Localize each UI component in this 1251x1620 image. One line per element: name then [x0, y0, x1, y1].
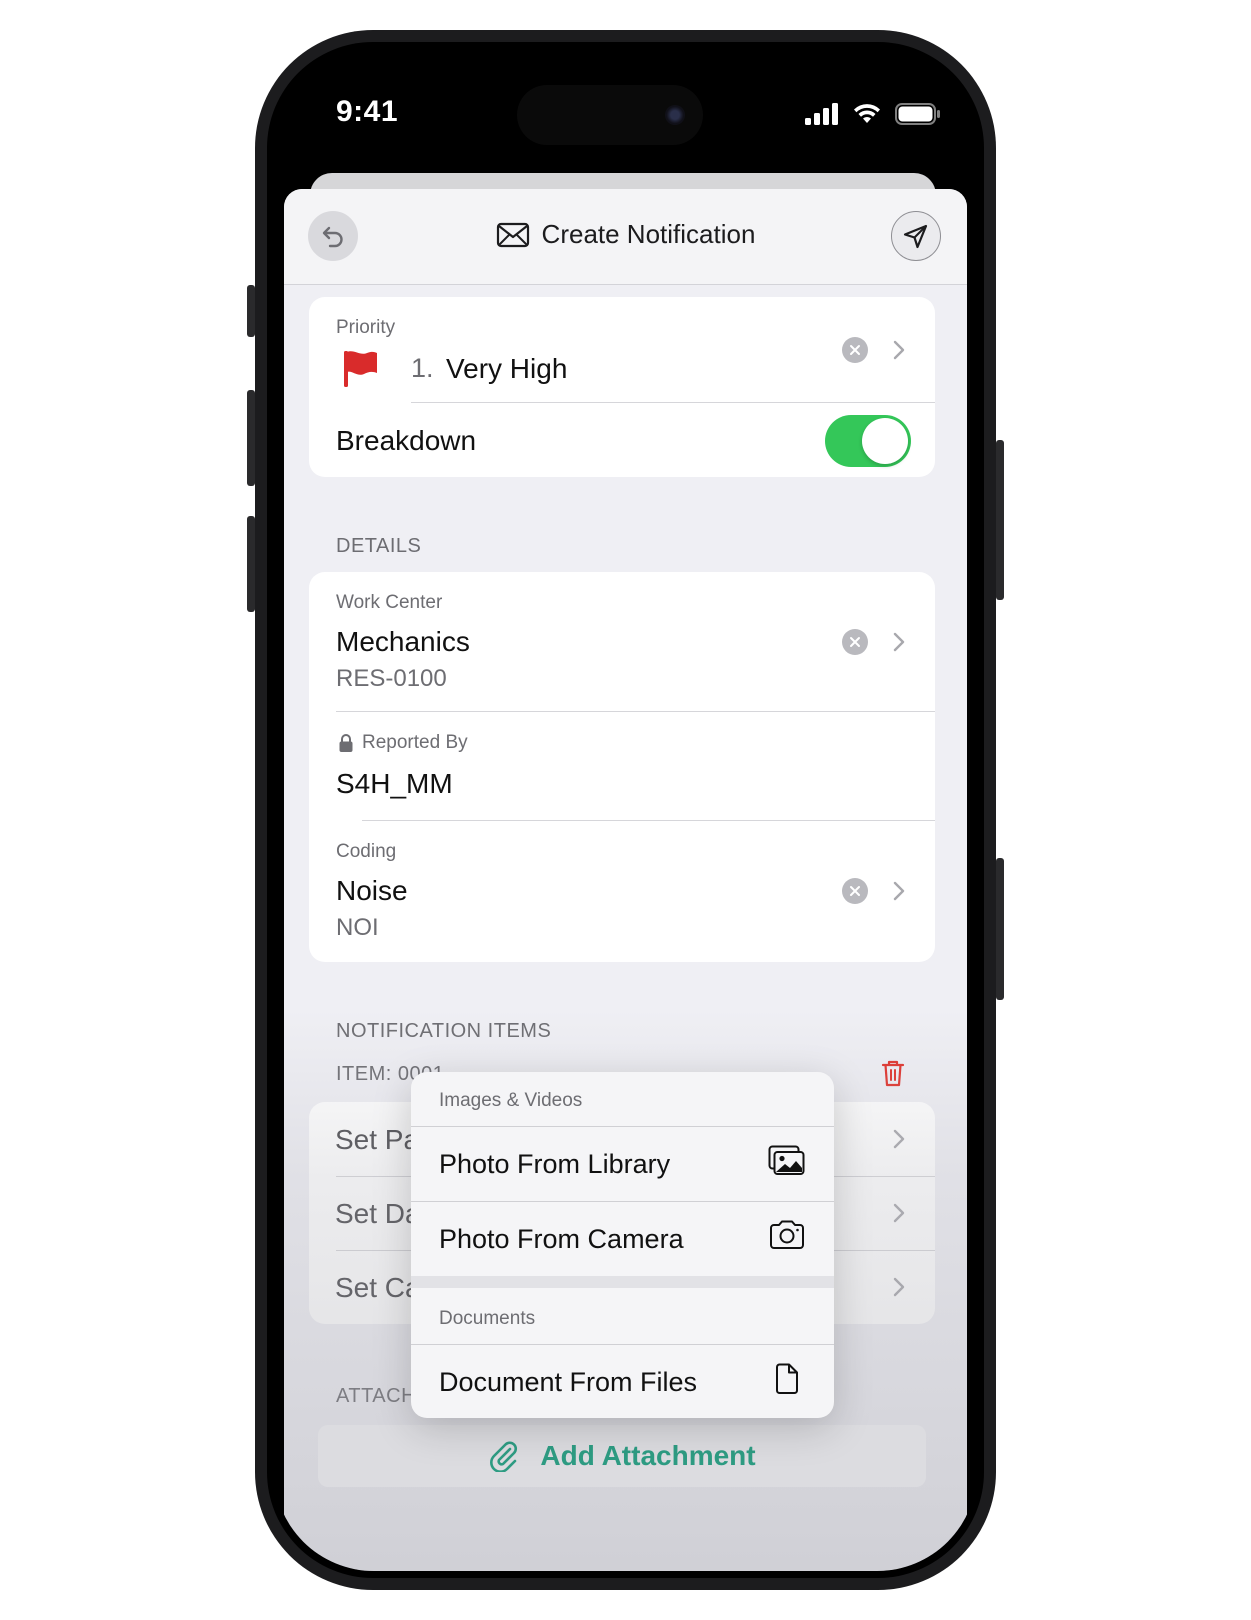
- mute-switch: [247, 285, 255, 337]
- front-camera: [665, 105, 685, 125]
- photo-from-library-item[interactable]: Photo From Library: [411, 1127, 834, 1201]
- work-center-value[interactable]: Mechanics: [336, 626, 470, 658]
- volume-up-button: [247, 390, 255, 486]
- clear-work-center-button[interactable]: [842, 629, 868, 655]
- flag-icon: [344, 351, 377, 387]
- chevron-right-icon[interactable]: [892, 339, 906, 361]
- chevron-right-icon[interactable]: [892, 631, 906, 653]
- set-damage-row[interactable]: Set Da: [335, 1198, 421, 1230]
- menu-item-label: Photo From Camera: [439, 1224, 684, 1254]
- close-icon: [850, 637, 860, 647]
- lock-icon: [339, 734, 353, 752]
- menu-section-documents: Documents: [439, 1308, 536, 1329]
- menu-section-gap: [411, 1276, 834, 1288]
- screen: 9:41 Create Notification Priority 1. Ver…: [274, 49, 977, 1571]
- coding-label: Coding: [336, 841, 397, 862]
- battery-icon: [895, 103, 940, 125]
- priority-number: 1.: [411, 353, 434, 383]
- reported-by-label: Reported By: [362, 732, 468, 753]
- trash-icon[interactable]: [881, 1059, 905, 1087]
- clear-coding-button[interactable]: [842, 878, 868, 904]
- set-cause-row[interactable]: Set Ca: [335, 1272, 421, 1304]
- paperclip-icon: [490, 1441, 518, 1472]
- create-notification-sheet: Create Notification Priority 1. Very Hig…: [284, 189, 967, 1571]
- attachment-menu: Images & Videos Photo From Library Photo…: [411, 1072, 834, 1418]
- priority-label: Priority: [336, 317, 396, 338]
- reported-by-value: S4H_MM: [336, 768, 453, 799]
- signal-icon: [805, 103, 838, 125]
- status-icons: [805, 103, 941, 125]
- add-attachment-label: Add Attachment: [540, 1440, 756, 1471]
- coding-value[interactable]: Noise: [336, 875, 408, 907]
- divider: [411, 402, 935, 403]
- page-title: Create Notification: [541, 219, 756, 249]
- add-attachment-button[interactable]: Add Attachment: [318, 1425, 926, 1487]
- photo-from-camera-item[interactable]: Photo From Camera: [411, 1202, 834, 1276]
- menu-item-label: Document From Files: [439, 1367, 698, 1397]
- clear-priority-button[interactable]: [842, 337, 868, 363]
- work-center-label: Work Center: [336, 592, 443, 613]
- divider: [336, 711, 935, 712]
- menu-section-images: Images & Videos: [439, 1090, 583, 1111]
- priority-card: Priority 1. Very High Breakdown: [309, 297, 935, 477]
- power-button: [996, 440, 1004, 600]
- navigation-bar: Create Notification: [284, 189, 967, 285]
- coding-code: NOI: [336, 914, 379, 941]
- chevron-right-icon[interactable]: [892, 880, 906, 902]
- close-icon: [850, 886, 860, 896]
- close-icon: [850, 345, 860, 355]
- chevron-right-icon[interactable]: [892, 1276, 906, 1298]
- breakdown-toggle[interactable]: [825, 415, 911, 467]
- phone-frame: 9:41 Create Notification Priority 1. Ver…: [247, 30, 1004, 1590]
- dynamic-island: [517, 85, 703, 145]
- camera-icon: [770, 1220, 804, 1249]
- volume-down-button: [247, 516, 255, 612]
- chevron-right-icon[interactable]: [892, 1202, 906, 1224]
- notification-items-header: NOTIFICATION ITEMS: [336, 1020, 552, 1042]
- photo-library-icon: [768, 1145, 805, 1175]
- envelope-icon: [496, 222, 529, 247]
- details-header: DETAILS: [336, 535, 422, 557]
- phone-bezel: 9:41 Create Notification Priority 1. Ver…: [267, 42, 984, 1578]
- details-card: Work Center Mechanics RES-0100 Reported …: [309, 572, 935, 962]
- side-button: [996, 858, 1004, 1000]
- breakdown-label: Breakdown: [336, 425, 477, 456]
- document-icon: [776, 1363, 798, 1394]
- chevron-right-icon[interactable]: [892, 1128, 906, 1150]
- priority-value[interactable]: Very High: [446, 353, 567, 385]
- paper-plane-icon: [903, 224, 928, 249]
- work-center-code: RES-0100: [336, 665, 447, 692]
- send-button[interactable]: [891, 211, 941, 261]
- set-part-row[interactable]: Set Pa: [335, 1124, 419, 1156]
- navbar-title: Create Notification: [284, 219, 967, 250]
- menu-item-label: Photo From Library: [439, 1149, 671, 1179]
- document-from-files-item[interactable]: Document From Files: [411, 1345, 834, 1418]
- wifi-icon: [854, 104, 880, 123]
- divider: [362, 820, 935, 821]
- attachments-header: ATTACH: [336, 1385, 417, 1407]
- status-time: 9:41: [336, 95, 399, 128]
- toggle-knob: [862, 418, 908, 464]
